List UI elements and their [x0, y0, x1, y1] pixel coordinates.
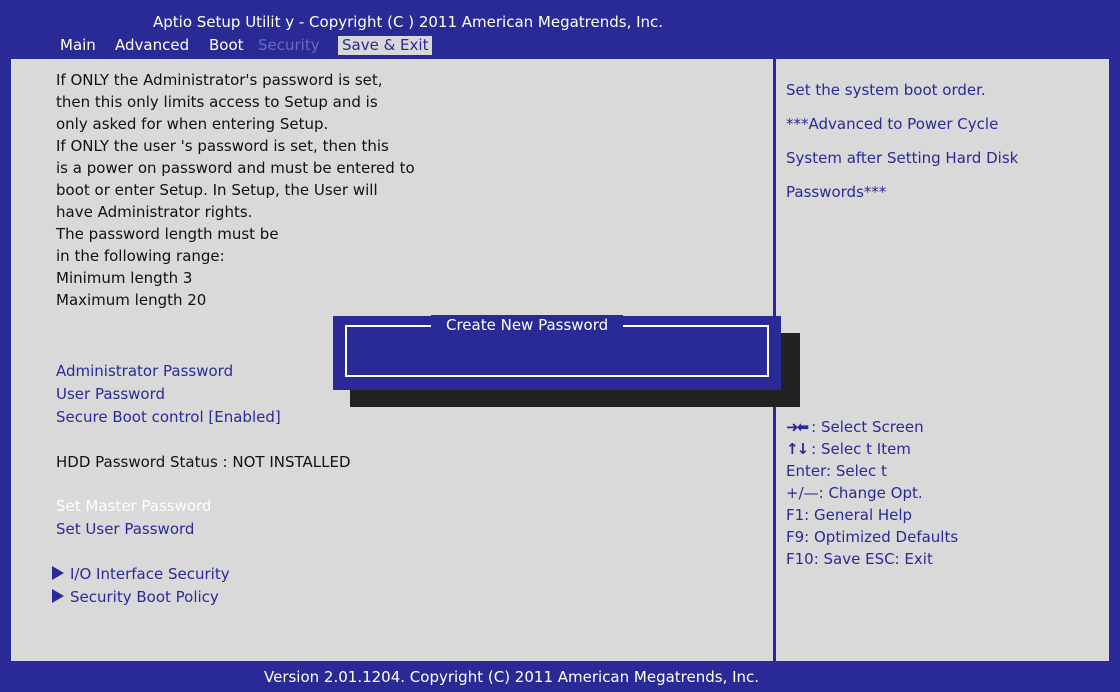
help-line: in the following range:	[56, 247, 225, 265]
tab-boot[interactable]: Boot	[209, 36, 244, 55]
key-select-item-label: : Selec t Item	[811, 440, 911, 458]
security-boot-policy-label: Security Boot Policy	[70, 588, 219, 606]
help-line: only asked for when entering Setup.	[56, 115, 329, 133]
submenu-arrow-icon	[52, 589, 64, 603]
key-f9: F9: Optimized Defaults	[786, 528, 959, 546]
security-boot-policy-item[interactable]: Security Boot Policy	[52, 588, 219, 606]
help-line: boot or enter Setup. In Setup, the User …	[56, 181, 378, 199]
settings-area: If ONLY the Administrator's password is …	[52, 69, 756, 606]
password-help-text: If ONLY the Administrator's password is …	[56, 69, 756, 311]
help-line: Maximum length 20	[56, 291, 207, 309]
item-help-line: Passwords***	[786, 183, 887, 201]
io-interface-security-label: I/O Interface Security	[70, 565, 230, 583]
key-enter: Enter: Selec t	[786, 462, 887, 480]
help-line: have Administrator rights.	[56, 203, 253, 221]
set-user-password-item[interactable]: Set User Password	[56, 520, 194, 538]
key-f1: F1: General Help	[786, 506, 913, 524]
key-legend: ➜⬅: Select Screen ↑↓: Selec t Item Enter…	[786, 416, 1106, 570]
administrator-password-item[interactable]: Administrator Password	[56, 362, 233, 380]
help-line: If ONLY the user 's password is set, the…	[56, 137, 389, 155]
help-line: then this only limits access to Setup an…	[56, 93, 378, 111]
key-select-screen: ➜⬅: Select Screen	[786, 416, 1106, 438]
version-text: Version 2.01.1204. Copyright (C) 2011 Am…	[264, 668, 760, 686]
left-right-arrows-icon: ➜⬅	[786, 418, 809, 436]
window-title: Aptio Setup Utilit y - Copyright (C ) 20…	[153, 13, 664, 31]
up-down-arrows-icon: ↑↓	[786, 440, 809, 458]
help-line: is a power on password and must be enter…	[56, 159, 415, 177]
set-master-password-item[interactable]: Set Master Password	[56, 497, 211, 515]
key-f10: F10: Save ESC: Exit	[786, 550, 933, 568]
create-password-dialog: Create New Password	[333, 315, 781, 390]
tab-security[interactable]: Security	[258, 36, 320, 55]
header-bar: Aptio Setup Utilit y - Copyright (C ) 20…	[0, 0, 1120, 55]
help-line: Minimum length 3	[56, 269, 193, 287]
submenu-arrow-icon	[52, 566, 64, 580]
help-line: The password length must be	[56, 225, 279, 243]
hdd-password-status: HDD Password Status : NOT INSTALLED	[56, 453, 351, 471]
item-help-line: Set the system boot order.	[786, 81, 986, 99]
secure-boot-control-item[interactable]: Secure Boot control [Enabled]	[56, 408, 281, 426]
key-select-item: ↑↓: Selec t Item	[786, 438, 1106, 460]
user-password-item[interactable]: User Password	[56, 385, 165, 403]
item-help-panel: Set the system boot order. ***Advanced t…	[786, 73, 1106, 209]
tab-save-exit[interactable]: Save & Exit	[338, 36, 433, 55]
tab-main[interactable]: Main	[60, 36, 96, 55]
io-interface-security-item[interactable]: I/O Interface Security	[52, 565, 230, 583]
key-select-screen-label: : Select Screen	[811, 418, 924, 436]
item-help-line: ***Advanced to Power Cycle	[786, 115, 999, 133]
dialog-title: Create New Password	[431, 315, 624, 335]
help-line: If ONLY the Administrator's password is …	[56, 71, 383, 89]
tab-advanced[interactable]: Advanced	[115, 36, 189, 55]
item-help-line: System after Setting Hard Disk	[786, 149, 1019, 167]
footer-bar: Version 2.01.1204. Copyright (C) 2011 Am…	[0, 664, 1120, 692]
key-change-opt: +/—: Change Opt.	[786, 484, 923, 502]
